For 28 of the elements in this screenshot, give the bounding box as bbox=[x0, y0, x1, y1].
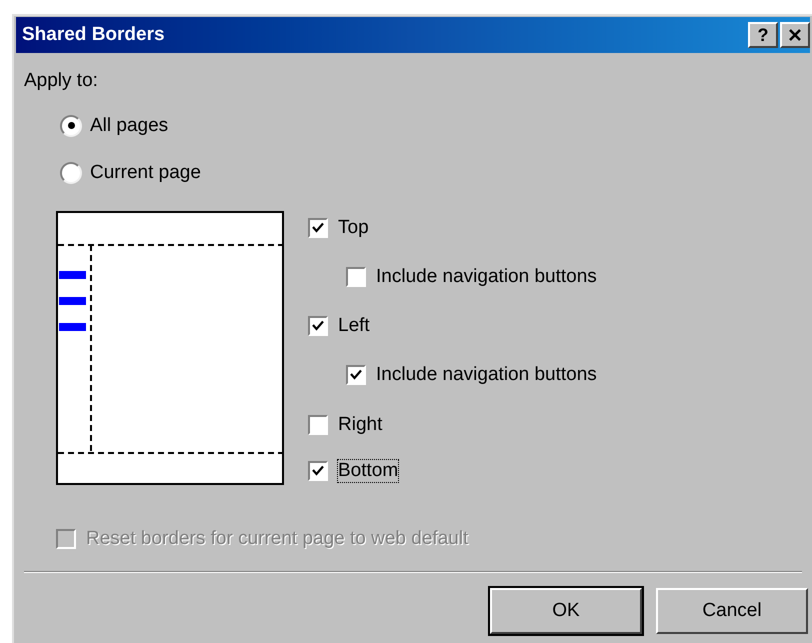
checkbox[interactable] bbox=[308, 414, 328, 434]
checkbox-label: Right bbox=[338, 414, 382, 436]
radio-label: Current page bbox=[90, 161, 201, 185]
check-icon bbox=[350, 369, 362, 382]
radio-label: All pages bbox=[90, 114, 168, 138]
checkbox-label: Include navigation buttons bbox=[376, 264, 597, 288]
checkbox-label: Reset borders for current page to web default bbox=[86, 526, 468, 550]
close-icon bbox=[788, 29, 802, 41]
check-icon bbox=[312, 222, 324, 234]
checkbox[interactable] bbox=[346, 266, 366, 287]
dialog-button[interactable]: OK bbox=[490, 588, 642, 634]
radio-button[interactable] bbox=[60, 114, 82, 137]
checkbox[interactable] bbox=[308, 316, 328, 336]
checkbox[interactable] bbox=[346, 365, 366, 386]
radio-button[interactable] bbox=[60, 162, 82, 184]
check-icon bbox=[312, 464, 324, 476]
checkbox[interactable] bbox=[308, 460, 328, 480]
close-button[interactable] bbox=[780, 22, 810, 48]
checkbox-label: Left bbox=[338, 315, 370, 337]
checkbox-label: Top bbox=[338, 216, 369, 238]
apply-to-label: Apply to: bbox=[24, 69, 99, 93]
checkbox-label: Bottom bbox=[338, 460, 398, 482]
check-icon bbox=[312, 320, 324, 332]
help-button[interactable]: ? bbox=[748, 22, 778, 48]
dialog-button[interactable]: Cancel bbox=[656, 588, 808, 634]
checkbox-label: Include navigation buttons bbox=[376, 363, 597, 387]
window-title: Shared Borders bbox=[22, 22, 165, 47]
checkbox[interactable] bbox=[308, 218, 328, 238]
